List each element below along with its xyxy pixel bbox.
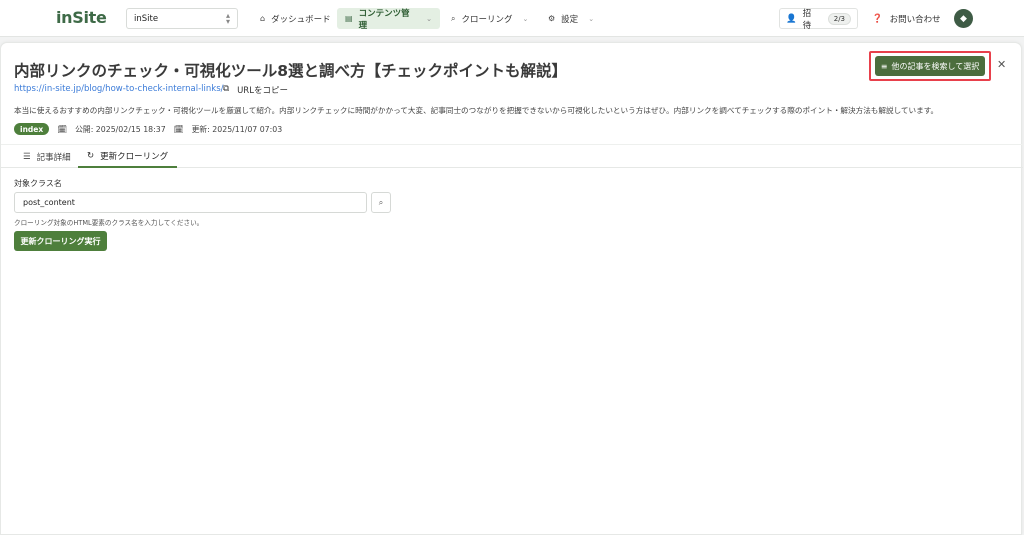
- tab-article-details-label: 記事詳細: [36, 152, 71, 163]
- list-icon: ☰: [23, 151, 31, 162]
- chevron-down-icon: ⌄: [588, 14, 595, 23]
- class-name-input[interactable]: post_content: [14, 192, 367, 213]
- site-select[interactable]: inSite ▴ ▾: [126, 8, 238, 29]
- search-other-article-label: 他の記事を検索して選択: [891, 61, 980, 71]
- copy-icon: ⧉: [223, 84, 230, 94]
- run-update-crawling-button[interactable]: 更新クローリング実行: [14, 231, 107, 251]
- top-navigation: inSite inSite ▴ ▾ ⌂ ダッシュボード ▤ コンテンツ管理 ⌄ ⌕…: [0, 0, 1024, 37]
- chevron-down-icon: ⌄: [426, 14, 432, 23]
- list-icon: ≡: [880, 61, 888, 71]
- article-url-link[interactable]: https://in-site.jp/blog/how-to-check-int…: [14, 84, 224, 94]
- close-icon[interactable]: ✕: [997, 58, 1006, 71]
- contact-link[interactable]: ❓ お問い合わせ: [872, 8, 941, 29]
- copy-url-label: URLをコピー: [237, 86, 288, 96]
- article-description: 本当に使えるおすすめの内部リンクチェック・可視化ツールを厳選して紹介。内部リンク…: [14, 106, 939, 115]
- page-title: 内部リンクのチェック・可視化ツール8選と調べ方【チェックポイントも解説】: [14, 62, 567, 80]
- article-panel: 内部リンクのチェック・可視化ツール8選と調べ方【チェックポイントも解説】 ≡ 他…: [0, 42, 1023, 535]
- class-name-help: クローリング対象のHTML要素のクラス名を入力してください。: [14, 219, 204, 227]
- refresh-icon: ↻: [87, 150, 95, 161]
- help-icon: ❓: [872, 13, 883, 24]
- status-badge: index: [14, 123, 50, 135]
- invite-button[interactable]: 👤 招待 2/3: [779, 8, 858, 31]
- nav-settings[interactable]: ⚙ 設定 ⌄: [540, 8, 602, 29]
- nav-dashboard-label: ダッシュボード: [271, 14, 331, 25]
- contact-label: お問い合わせ: [889, 14, 941, 25]
- avatar[interactable]: ◆: [954, 9, 973, 28]
- user-avatar-icon: ◆: [960, 13, 967, 24]
- document-icon: ▤: [345, 14, 353, 23]
- gear-icon: ⚙: [548, 14, 556, 23]
- nav-crawling-label: クローリング: [461, 14, 513, 25]
- site-select-value: inSite: [134, 13, 159, 24]
- nav-settings-label: 設定: [561, 14, 579, 25]
- class-name-label: 対象クラス名: [14, 179, 62, 188]
- nav-dashboard[interactable]: ⌂ ダッシュボード: [252, 8, 339, 29]
- published-date: 公開: 2025/02/15 18:37: [75, 124, 166, 134]
- copy-url-button[interactable]: ⧉ URLをコピー: [223, 84, 288, 96]
- search-icon: ⌕: [378, 197, 384, 207]
- class-search-button[interactable]: ⌕: [371, 192, 391, 213]
- app-logo[interactable]: inSite: [56, 8, 107, 27]
- tab-bar: ☰ 記事詳細 ↻ 更新クローリング: [1, 144, 1023, 168]
- invite-label: 招待: [802, 8, 812, 31]
- search-icon: ⌕: [451, 13, 456, 23]
- calendar-icon: 🗓: [57, 124, 68, 134]
- search-other-article-button[interactable]: ≡ 他の記事を検索して選択: [875, 56, 985, 76]
- updown-chevron-icon: ▴ ▾: [225, 11, 230, 26]
- invite-count-badge: 2/3: [827, 12, 851, 25]
- tab-article-details[interactable]: ☰ 記事詳細: [14, 145, 80, 168]
- nav-crawling[interactable]: ⌕ クローリング ⌄: [443, 8, 536, 29]
- updated-date: 更新: 2025/11/07 07:03: [191, 124, 283, 134]
- home-icon: ⌂: [260, 14, 266, 23]
- chevron-down-icon: ⌄: [522, 14, 529, 23]
- tab-update-crawling[interactable]: ↻ 更新クローリング: [78, 145, 178, 168]
- tab-update-crawling-label: 更新クローリング: [100, 151, 169, 162]
- nav-content-management[interactable]: ▤ コンテンツ管理 ⌄: [337, 8, 440, 31]
- nav-content-management-label: コンテンツ管理: [358, 8, 410, 31]
- add-user-icon: 👤: [786, 13, 797, 24]
- pick-article-highlight: ≡ 他の記事を検索して選択: [869, 51, 991, 81]
- article-meta: index 🗓 公開: 2025/02/15 18:37 🗓 更新: 2025/…: [14, 123, 282, 135]
- calendar-icon: 🗓: [173, 124, 184, 134]
